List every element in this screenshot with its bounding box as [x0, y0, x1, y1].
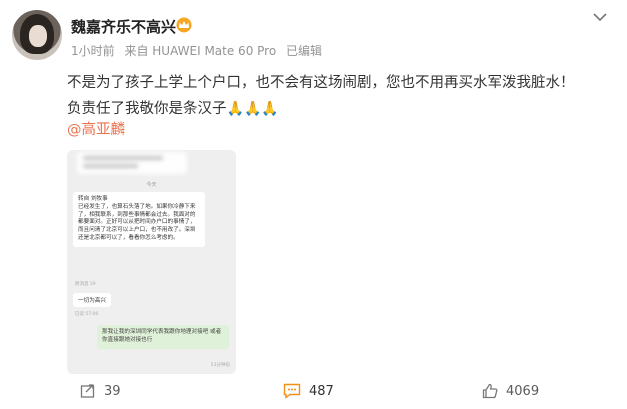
edited-label: 已编辑 — [286, 44, 323, 58]
read-status: 53分钟前 — [210, 363, 230, 368]
mention-link[interactable]: @高亚麟 — [67, 118, 125, 139]
like-button[interactable]: 4069 — [482, 383, 539, 399]
post-text-line-2-text: 负责任了我敬你是条汉子 — [67, 101, 227, 117]
short-message: 一切为高兴 — [73, 293, 111, 307]
comment-count: 487 — [309, 383, 334, 399]
action-bar: 39 487 4069 — [0, 378, 627, 409]
avatar[interactable] — [12, 10, 62, 60]
incoming-message: 转自 刘牧事 已经发生了，也算石头落了地。如果你冷静下来了，相我联系，到那些事情… — [73, 192, 205, 247]
post-text-line-2: 负责任了我敬你是条汉子🙏🙏🙏 — [67, 96, 615, 122]
chat-screenshot-image[interactable]: 今天 转自 刘牧事 已经发生了，也算石头落了地。如果你冷静下来了，相我联系，到那… — [67, 150, 236, 374]
outgoing-message: 那我让我的深圳同学代表我跟你地理对接吧 或者你直接跟她对接也行 — [97, 325, 229, 349]
comment-button[interactable]: 487 — [283, 383, 334, 399]
username[interactable]: 魏嘉齐乐不高兴 — [71, 16, 176, 37]
avatar-face — [29, 25, 47, 47]
post-meta: 1小时前 来自 HUAWEI Mate 60 Pro 已编辑 — [71, 42, 328, 59]
chat-time: 今天 — [146, 182, 157, 188]
post-source: 来自 HUAWEI Mate 60 Pro — [124, 44, 277, 58]
chevron-down-icon[interactable] — [592, 10, 608, 24]
crown-icon — [176, 17, 192, 33]
short-message-meta: 已读 57:00 — [75, 312, 99, 317]
post-time[interactable]: 1小时前 — [71, 44, 115, 58]
pray-emoji: 🙏 — [226, 101, 244, 117]
comment-icon — [283, 383, 301, 399]
incoming-message-body: 已经发生了，也算石头落了地。如果你冷静下来了，相我联系，到那些事情都会过去。我面… — [78, 203, 196, 241]
pray-emoji: 🙏 — [243, 101, 262, 117]
repost-icon — [80, 384, 95, 398]
pray-emoji: 🙏 — [261, 101, 279, 117]
incoming-message-meta: 原消息 59 — [75, 282, 96, 287]
incoming-message-name: 转自 刘牧事 — [78, 196, 108, 202]
post-text: 不是为了孩子上学上个户口，也不会有这场闹剧，您也不用再买水军泼我脏水！ 负责任了… — [67, 70, 615, 122]
like-count: 4069 — [506, 383, 540, 399]
thumbs-up-icon — [482, 383, 498, 399]
blurred-message — [77, 152, 187, 174]
repost-button[interactable]: 39 — [80, 383, 121, 399]
repost-count: 39 — [104, 383, 121, 399]
post-text-line-1: 不是为了孩子上学上个户口，也不会有这场闹剧，您也不用再买水军泼我脏水！ — [67, 75, 575, 91]
